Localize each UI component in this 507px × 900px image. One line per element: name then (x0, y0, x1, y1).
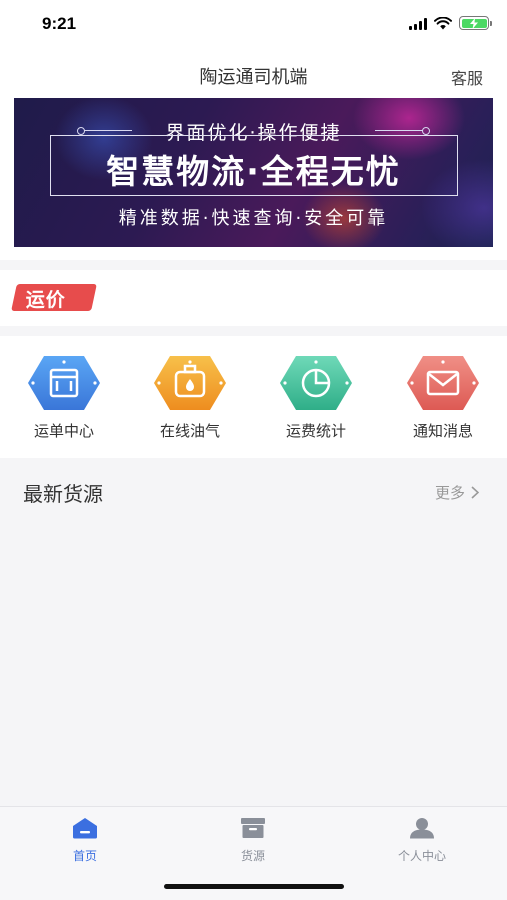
customer-service-button[interactable]: 客服 (451, 65, 483, 89)
menu-item-label: 运费统计 (285, 422, 346, 440)
menu-item-freight-stats[interactable]: 运费统计 (266, 354, 366, 441)
more-link-label: 更多 (434, 484, 465, 502)
battery-icon (459, 16, 492, 30)
menu-item-waybill-center[interactable]: 运单中心 (14, 354, 114, 441)
menu-grid: 运单中心 在线油气 运费统计 通知消息 (0, 336, 507, 458)
fuel-icon (154, 356, 226, 410)
status-time: 9:21 (42, 14, 77, 33)
waybill-icon (28, 356, 100, 410)
banner-line2: 智慧物流·全程无忧 (106, 152, 401, 191)
latest-cargo-title: 最新货源 (23, 482, 103, 506)
banner[interactable]: 界面优化·操作便捷 智慧物流·全程无忧 精准数据·快速查询·安全可靠 (14, 98, 493, 247)
tab-profile-label: 个人中心 (397, 849, 446, 863)
tab-profile[interactable]: 个人中心 (362, 817, 482, 864)
chevron-right-icon (471, 486, 479, 499)
banner-section: 界面优化·操作便捷 智慧物流·全程无忧 精准数据·快速查询·安全可靠 (0, 98, 507, 260)
wifi-icon (434, 16, 452, 29)
home-indicator (164, 884, 344, 889)
pie-chart-icon (280, 356, 352, 410)
price-section: 运价 (0, 270, 507, 326)
box-icon (241, 818, 265, 838)
more-link[interactable]: 更多 (435, 482, 479, 503)
price-tag[interactable]: 运价 (11, 284, 97, 311)
status-icons (409, 16, 492, 30)
price-tag-label: 运价 (25, 289, 66, 311)
nav-bar: 陶运通司机端 客服 (0, 52, 507, 98)
tab-home-label: 首页 (72, 849, 97, 863)
tab-cargo-label: 货源 (240, 849, 265, 863)
tab-cargo[interactable]: 货源 (193, 817, 313, 864)
status-bar: 9:21 (0, 0, 507, 52)
home-icon (73, 818, 97, 839)
menu-item-notifications[interactable]: 通知消息 (393, 354, 493, 441)
mail-icon (407, 356, 479, 410)
latest-cargo-header: 最新货源 更多 (0, 468, 507, 514)
signal-icon (409, 17, 427, 30)
menu-item-label: 运单中心 (33, 422, 94, 440)
menu-item-label: 通知消息 (412, 422, 473, 440)
tab-home[interactable]: 首页 (25, 817, 145, 864)
page-title: 陶运通司机端 (199, 67, 308, 88)
banner-line3: 精准数据·快速查询·安全可靠 (118, 208, 389, 229)
menu-item-label: 在线油气 (159, 422, 220, 440)
menu-item-online-fuel[interactable]: 在线油气 (140, 354, 240, 441)
user-icon (410, 818, 434, 839)
